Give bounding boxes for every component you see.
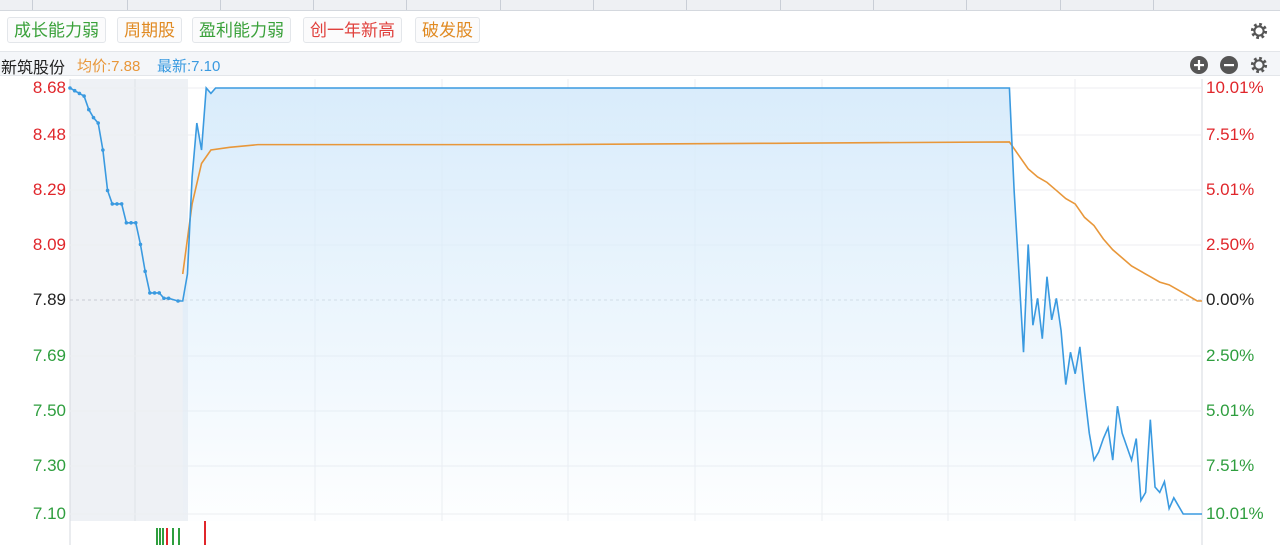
pre-market-point — [68, 86, 72, 90]
pre-market-shade — [70, 79, 188, 521]
pre-market-point — [143, 269, 147, 274]
intraday-price-chart — [68, 79, 1203, 545]
pre-market-point — [110, 202, 115, 206]
pre-market-point — [148, 291, 152, 295]
y-tick-left: 8.09 — [32, 235, 66, 254]
pre-market-point — [72, 88, 77, 93]
y-tick-right: 2.50% — [1206, 346, 1255, 365]
y-tick-left: 7.10 — [32, 504, 66, 523]
y-tick-right: 10.01% — [1206, 504, 1264, 523]
y-tick-right: 5.01% — [1206, 180, 1255, 199]
y-tick-right: 0.00% — [1206, 290, 1255, 309]
volume-bar — [156, 528, 158, 545]
volume-bar — [159, 528, 161, 545]
pre-market-point — [138, 242, 143, 247]
pre-market-point — [129, 221, 133, 225]
y-tick-right: 10.01% — [1206, 78, 1264, 97]
volume-bar — [178, 528, 180, 545]
volume-bar — [166, 528, 168, 545]
y-tick-left: 8.68 — [32, 78, 66, 97]
price-area-fill — [182, 88, 1202, 521]
pre-market-point — [101, 148, 105, 152]
y-tick-left: 7.50 — [32, 401, 66, 420]
pre-market-point — [115, 202, 119, 206]
y-tick-left: 7.89 — [32, 290, 66, 309]
pre-market-point — [152, 291, 157, 295]
pre-market-point — [124, 221, 129, 225]
pre-market-point — [133, 221, 138, 225]
y-tick-right: 5.01% — [1206, 401, 1255, 420]
pre-market-point — [162, 296, 166, 301]
volume-bar — [162, 528, 164, 545]
pre-market-point — [86, 107, 91, 112]
y-tick-left: 7.30 — [32, 456, 66, 475]
volume-bar — [204, 521, 206, 545]
pre-market-point — [77, 91, 82, 96]
pre-market-point — [166, 296, 171, 301]
volume-bar — [172, 528, 174, 545]
pre-market-point — [96, 121, 100, 125]
pre-market-point — [176, 299, 180, 303]
pre-market-point — [82, 94, 86, 98]
pre-market-point — [157, 291, 162, 295]
y-tick-right: 2.50% — [1206, 235, 1255, 254]
y-tick-left: 8.29 — [32, 180, 66, 199]
y-tick-left: 8.48 — [32, 125, 66, 144]
y-tick-right: 7.51% — [1206, 456, 1255, 475]
y-tick-left: 7.69 — [32, 346, 66, 365]
pre-market-point — [119, 202, 124, 206]
pre-market-point — [91, 115, 96, 120]
pre-market-point — [105, 188, 110, 193]
y-tick-right: 7.51% — [1206, 125, 1255, 144]
